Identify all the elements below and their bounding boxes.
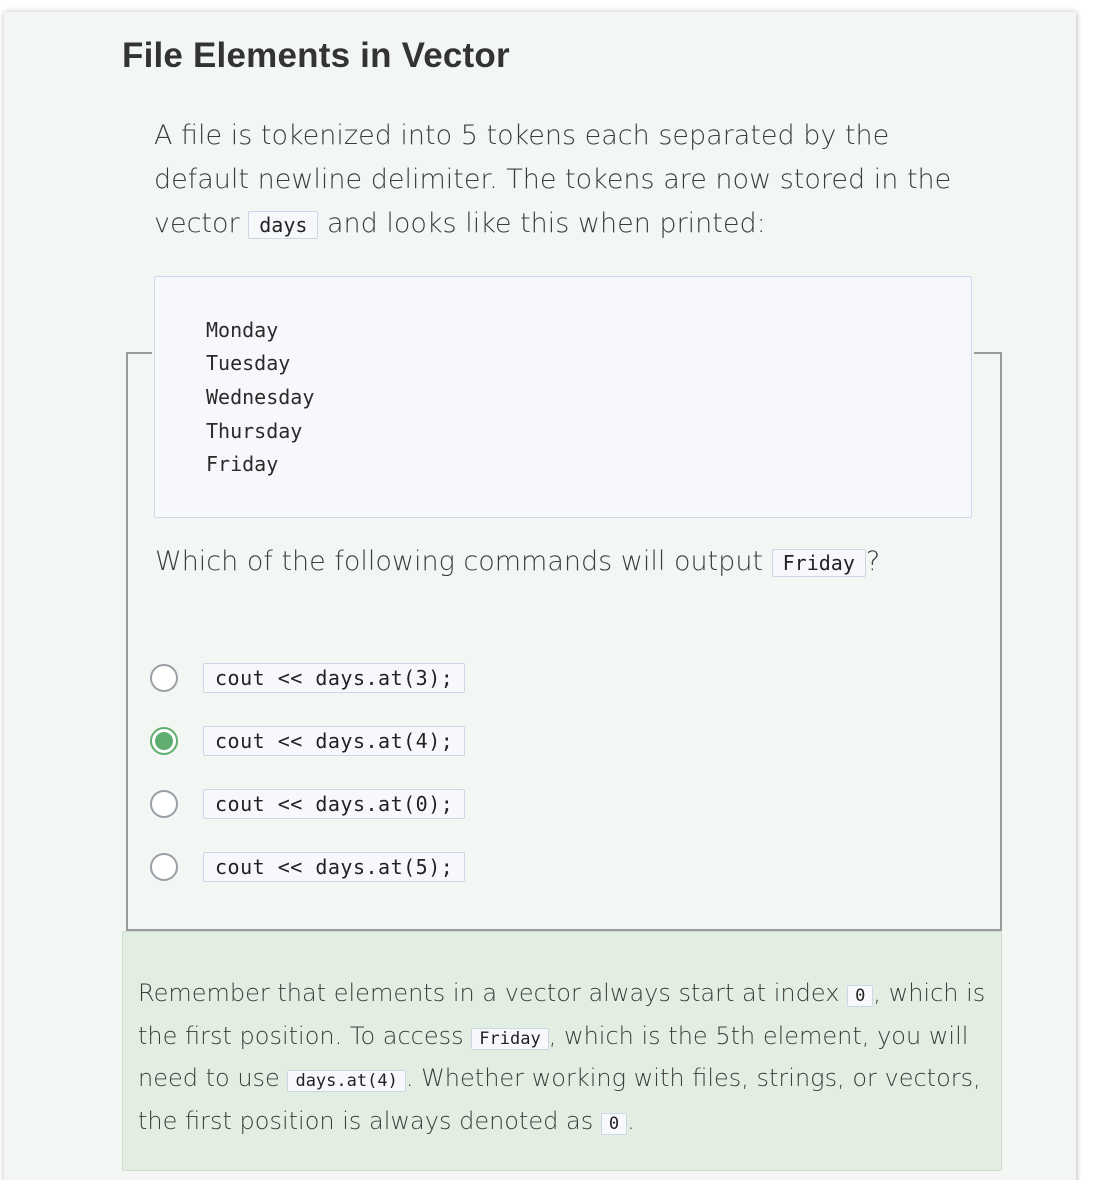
option-code[interactable]: cout << days.at(5); (203, 852, 466, 882)
output-line: Monday (206, 318, 279, 342)
question-text: Which of the following commands will out… (155, 546, 764, 577)
output-line: Tuesday (206, 351, 291, 375)
inline-code-friday: Friday (771, 549, 866, 577)
inline-code-zero: 0 (600, 1112, 628, 1135)
feedback-panel: Remember that elements in a vector alway… (122, 931, 1002, 1171)
answer-option-4[interactable]: cout << days.at(5); (150, 850, 466, 884)
page-title: File Elements in Vector (122, 36, 510, 75)
output-line: Friday (206, 452, 279, 476)
output-code-block: Monday Tuesday Wednesday Thursday Friday (154, 276, 972, 518)
feedback-span: Remember that elements in a vector alway… (138, 979, 840, 1007)
radio-button[interactable] (150, 853, 178, 881)
answer-option-1[interactable]: cout << days.at(3); (150, 661, 466, 695)
feedback-span: . (627, 1106, 635, 1135)
feedback-text: Remember that elements in a vector alway… (138, 974, 988, 1144)
radio-button[interactable] (150, 664, 178, 692)
radio-button-selected[interactable] (150, 727, 178, 755)
question-prompt: Which of the following commands will out… (155, 546, 880, 577)
radio-button[interactable] (150, 790, 178, 818)
option-code[interactable]: cout << days.at(0); (203, 789, 466, 819)
intro-paragraph: A file is tokenized into 5 tokens each s… (154, 114, 974, 247)
option-code[interactable]: cout << days.at(4); (203, 726, 466, 756)
inline-code-friday: Friday (471, 1027, 549, 1050)
answer-option-2[interactable]: cout << days.at(4); (150, 724, 466, 758)
intro-text-2: and looks like this when printed: (327, 208, 766, 239)
inline-code-days-at-4: days.at(4) (287, 1070, 406, 1092)
inline-code-days: days (248, 211, 319, 239)
inline-code-zero: 0 (847, 985, 874, 1007)
question-mark: ? (865, 546, 881, 577)
output-line: Wednesday (206, 385, 315, 409)
answer-option-3[interactable]: cout << days.at(0); (150, 787, 466, 821)
output-line: Thursday (206, 419, 303, 443)
option-code[interactable]: cout << days.at(3); (203, 663, 466, 693)
